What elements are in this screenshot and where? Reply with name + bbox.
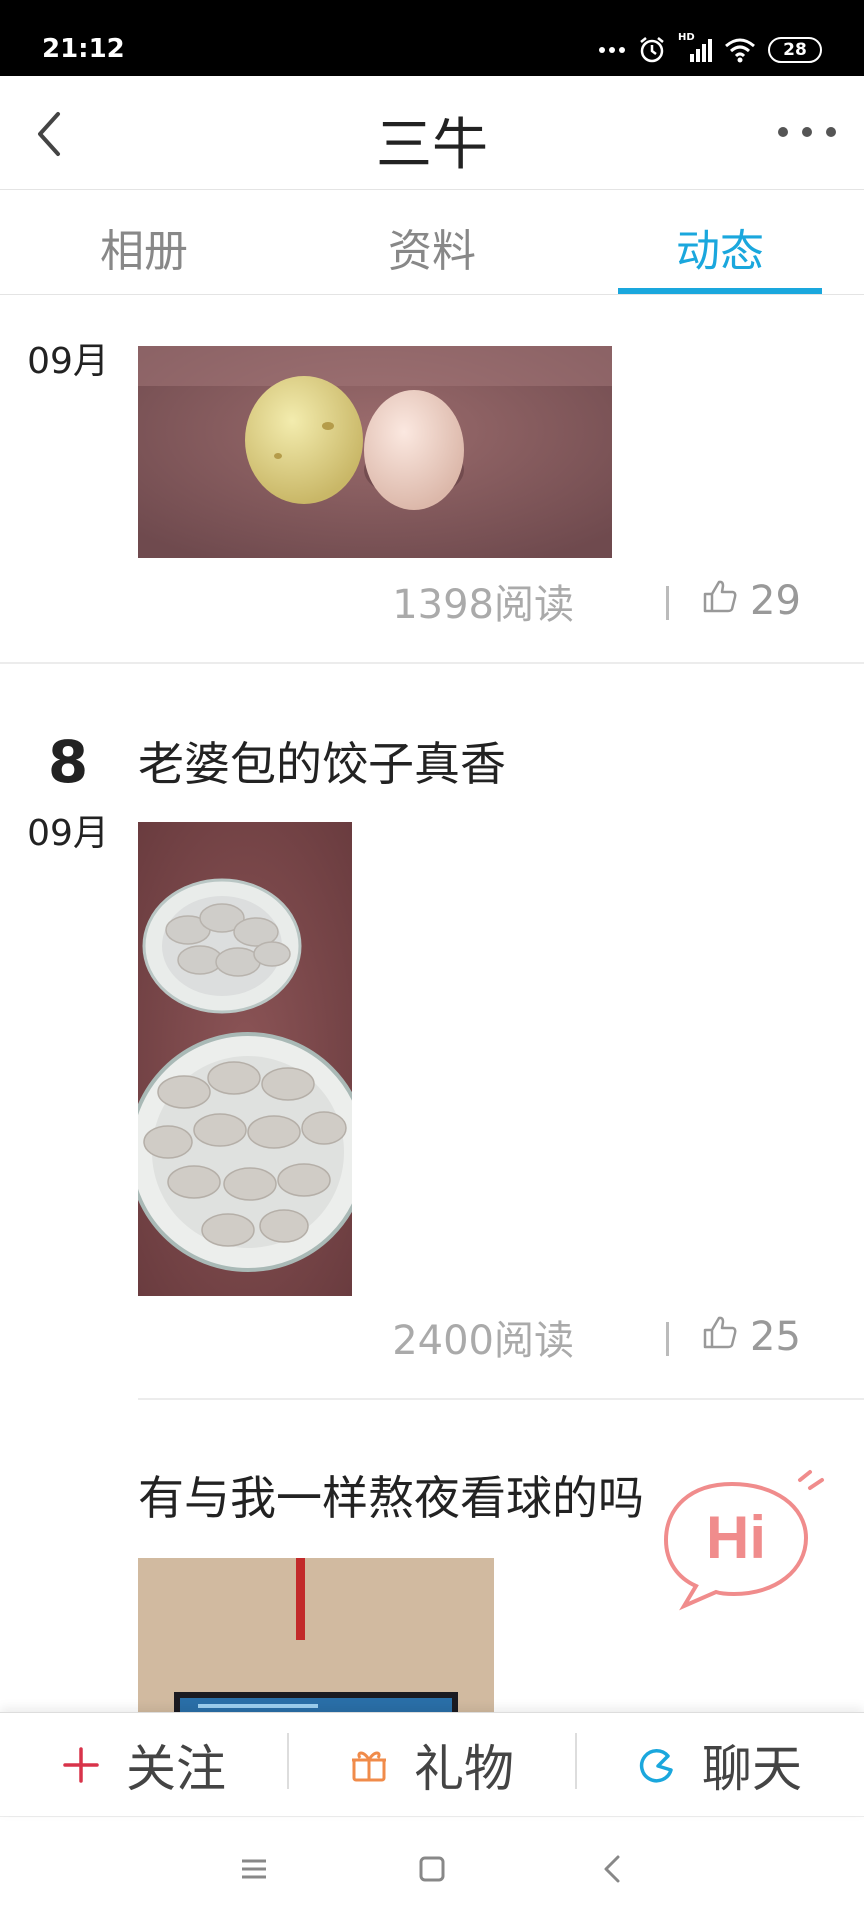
bottom-action-bar: 关注 礼物 聊天 <box>0 1712 864 1816</box>
battery-indicator: 28 <box>768 37 822 63</box>
gift-label: 礼物 <box>414 1740 514 1798</box>
more-dots-icon[interactable] <box>778 120 836 144</box>
nav-back-icon[interactable] <box>592 1847 636 1891</box>
thumbs-up-icon[interactable] <box>702 1314 738 1350</box>
tab-profile[interactable]: 资料 <box>324 215 540 279</box>
tab-album[interactable]: 相册 <box>36 215 252 279</box>
post-meta: 1398阅读 29 <box>392 572 810 632</box>
tab-activity[interactable]: 动态 <box>612 215 828 279</box>
read-count: 2400阅读 <box>392 1318 574 1364</box>
meta-separator <box>666 586 669 620</box>
page-title: 三牛 <box>376 113 488 178</box>
status-bar: 21:12 HD 28 <box>0 0 864 76</box>
more-status-icon <box>599 47 625 53</box>
like-count: 29 <box>750 578 801 624</box>
follow-label: 关注 <box>126 1740 226 1798</box>
read-count: 1398阅读 <box>392 582 574 628</box>
hi-text: Hi <box>706 1504 766 1571</box>
post-day: 8 <box>47 728 89 796</box>
system-nav-bar <box>0 1816 864 1920</box>
post-title[interactable]: 有与我一样熬夜看球的吗 <box>138 1462 644 1528</box>
post-meta: 2400阅读 25 <box>392 1308 810 1368</box>
plus-icon <box>63 1747 99 1783</box>
post-month: 09月 <box>27 813 109 854</box>
thumbs-up-icon[interactable] <box>702 578 738 614</box>
meta-separator <box>666 1322 669 1356</box>
tab-bar: 相册 资料 动态 <box>0 191 864 295</box>
chat-icon <box>639 1749 673 1783</box>
signal-icon: HD <box>678 32 712 64</box>
menu-icon[interactable] <box>232 1847 276 1891</box>
follow-button[interactable]: 关注 <box>0 1713 288 1817</box>
chat-button[interactable]: 聊天 <box>576 1713 864 1817</box>
hi-greeting-bubble[interactable]: Hi <box>660 1462 830 1612</box>
tab-indicator <box>618 288 822 294</box>
gift-icon <box>352 1751 386 1782</box>
post-photo-tv[interactable] <box>138 1558 494 1712</box>
like-count: 25 <box>750 1314 801 1360</box>
status-time: 21:12 <box>42 34 125 64</box>
post-month: 09月 <box>27 341 109 382</box>
post-title[interactable]: 老婆包的饺子真香 <box>138 728 506 794</box>
post-photo-potato-egg[interactable] <box>138 346 612 558</box>
status-icons: HD 28 <box>598 32 822 68</box>
post-photo-dumplings[interactable] <box>138 822 352 1296</box>
home-icon[interactable] <box>410 1847 454 1891</box>
alarm-icon <box>640 37 664 63</box>
chat-label: 聊天 <box>702 1740 802 1798</box>
gift-button[interactable]: 礼物 <box>288 1713 576 1817</box>
post-divider <box>138 1398 864 1400</box>
wifi-icon <box>725 38 755 63</box>
header: 三牛 <box>0 76 864 190</box>
section-divider <box>0 662 864 664</box>
